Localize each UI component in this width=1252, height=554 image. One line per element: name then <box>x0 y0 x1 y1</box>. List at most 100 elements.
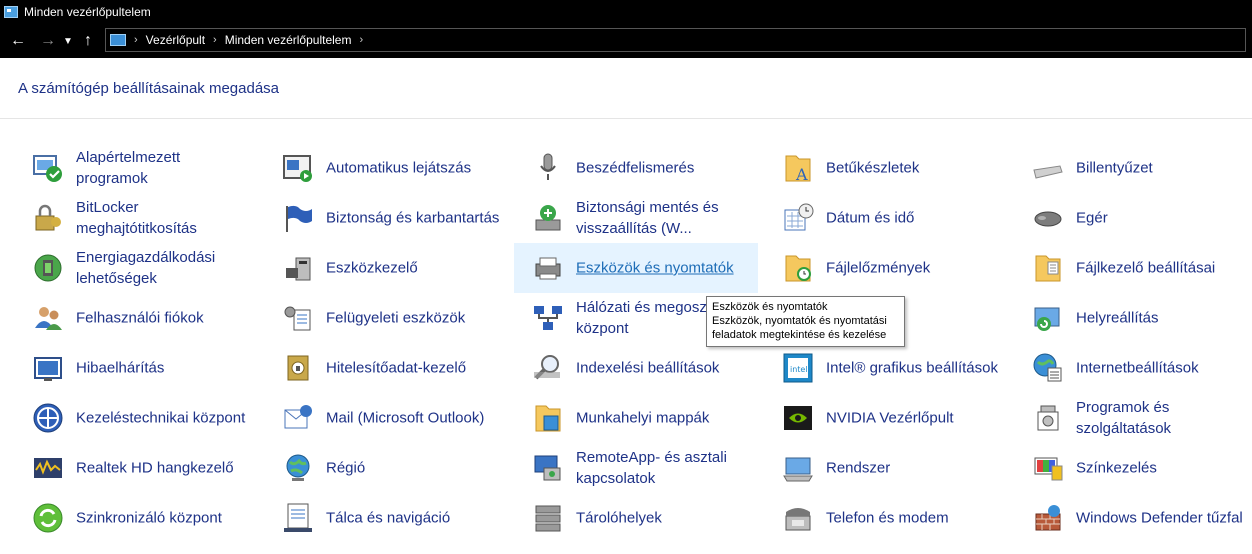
region-globe-icon <box>286 454 310 481</box>
item-biztonsag-es-karbantartas[interactable]: Biztonság és karbantartás <box>264 193 508 243</box>
color-management-icon <box>1034 457 1063 481</box>
folder-options-icon <box>1035 255 1061 282</box>
sync-center-icon <box>33 503 63 533</box>
breadcrumb-vezerlopult[interactable]: Vezérlőpult <box>146 33 205 47</box>
item-talca-es-navigacio[interactable]: Tálca és navigáció <box>264 493 508 543</box>
item-label: Telefon és modem <box>826 509 949 527</box>
indexing-icon <box>534 355 560 380</box>
item-label: Biztonság és karbantartás <box>326 209 500 227</box>
breadcrumb-minden-vezerlopultelem[interactable]: Minden vezérlőpultelem <box>225 33 352 47</box>
item-betukeszletek[interactable]: A Betűkészletek <box>764 143 1008 193</box>
item-eszkozok-es-nyomtatok[interactable]: Eszközök és nyomtatók <box>514 243 758 293</box>
address-bar[interactable]: › Vezérlőpult › Minden vezérlőpultelem › <box>105 28 1246 52</box>
item-label: Dátum és idő <box>826 209 915 227</box>
credential-manager-icon <box>287 355 309 381</box>
svg-text:intel: intel <box>790 365 808 374</box>
item-szinkronizalo-kozpont[interactable]: Szinkronizáló központ <box>14 493 258 543</box>
item-label: Szinkronizáló központ <box>76 509 222 527</box>
item-helyreallitas[interactable]: Helyreállítás <box>1014 293 1252 343</box>
item-internetbeallitasok[interactable]: Internetbeállítások <box>1014 343 1252 393</box>
control-panel-icon <box>110 34 126 46</box>
item-automatikus-lejatszas[interactable]: Automatikus lejátszás <box>264 143 508 193</box>
item-realtek-hd-hangkezelo[interactable]: Realtek HD hangkezelő <box>14 443 258 493</box>
item-label: Intel® grafikus beállítások <box>826 359 998 377</box>
item-szinkezeles[interactable]: Színkezelés <box>1014 443 1252 493</box>
item-eger[interactable]: Egér <box>1014 193 1252 243</box>
item-programok-es-szolgaltatasok[interactable]: Programok és szolgáltatások <box>1014 393 1252 443</box>
tooltip: Eszközök és nyomtatók Eszközök, nyomtató… <box>706 296 905 347</box>
microphone-icon <box>540 153 556 180</box>
date-time-icon <box>784 203 814 231</box>
work-folders-icon <box>535 405 561 432</box>
device-manager-icon <box>286 257 311 281</box>
item-felugyeleti-eszkozok[interactable]: Felügyeleti eszközök <box>264 293 508 343</box>
programs-features-icon <box>1037 405 1059 431</box>
window-title: Minden vezérlőpultelem <box>24 5 151 19</box>
system-icon <box>783 457 813 482</box>
default-programs-icon <box>33 155 62 182</box>
item-beszedfelismeres[interactable]: Beszédfelismerés <box>514 143 758 193</box>
item-mail-outlook[interactable]: Mail (Microsoft Outlook) <box>264 393 508 443</box>
tooltip-description-line1: Eszközök, nyomtatók és nyomtatási <box>712 315 887 327</box>
item-label: Régió <box>326 459 366 477</box>
item-label: Rendszer <box>826 459 891 477</box>
item-windows-defender-tuzfal[interactable]: Windows Defender tűzfal <box>1014 493 1252 543</box>
control-panel-items: Alapértelmezett programok Automatikus le… <box>0 143 1252 543</box>
item-label: Hibaelhárítás <box>76 359 165 377</box>
user-accounts-icon <box>35 307 62 330</box>
admin-tools-icon <box>284 306 311 331</box>
item-bitlocker[interactable]: BitLocker meghajtótitkosítás <box>14 193 258 243</box>
item-label: Indexelési beállítások <box>576 359 720 377</box>
firewall-icon <box>1035 505 1061 531</box>
forward-arrow-icon[interactable]: → <box>36 29 60 53</box>
page-title: A számítógép beállításainak megadása <box>18 80 279 97</box>
recovery-icon <box>1034 307 1060 331</box>
item-label: Billentyűzet <box>1076 159 1153 177</box>
autoplay-icon <box>283 155 312 182</box>
recent-locations-chevron-icon[interactable]: ▼ <box>60 29 76 53</box>
item-alapertelmezett-programok[interactable]: Alapértelmezett programok <box>14 143 258 193</box>
item-regio[interactable]: Régió <box>264 443 508 493</box>
item-kezelestechnikai-kozpont[interactable]: Kezeléstechnikai központ <box>14 393 258 443</box>
up-arrow-icon[interactable]: ↑ <box>76 29 100 53</box>
network-icon <box>534 306 562 330</box>
item-hibaelharitas[interactable]: Hibaelhárítás <box>14 343 258 393</box>
control-panel-icon <box>4 6 18 18</box>
item-indexelesi-beallitasok[interactable]: Indexelési beállítások <box>514 343 758 393</box>
breadcrumb-separator-icon: › <box>134 34 138 46</box>
item-label: Automatikus lejátszás <box>326 159 472 177</box>
item-munkahelyi-mappak[interactable]: Munkahelyi mappák <box>514 393 758 443</box>
item-nvidia-vezerlopult[interactable]: NVIDIA Vezérlőpult <box>764 393 1008 443</box>
tooltip-description-line2: feladatok megtekintése és kezelése <box>712 329 887 341</box>
item-label: Biztonsági mentés és visszaállítás (W... <box>576 199 719 237</box>
item-label: Felügyeleti eszközök <box>326 309 466 327</box>
tooltip-title: Eszközök és nyomtatók <box>712 301 828 313</box>
item-datum-es-ido[interactable]: Dátum és idő <box>764 193 1008 243</box>
item-fajlelozmenyek[interactable]: Fájlelőzmények <box>764 243 1008 293</box>
item-label: Felhasználói fiókok <box>76 309 204 327</box>
fonts-icon: A <box>785 155 811 184</box>
item-intel-grafikus-beallitasok[interactable]: intel Intel® grafikus beállítások <box>764 343 1008 393</box>
item-remoteapp[interactable]: RemoteApp- és asztali kapcsolatok <box>514 443 758 493</box>
item-label: Helyreállítás <box>1076 309 1159 327</box>
breadcrumb-separator-icon[interactable]: › <box>213 34 217 46</box>
title-bar: Minden vezérlőpultelem <box>0 0 1252 24</box>
item-label: Kezeléstechnikai központ <box>76 409 246 427</box>
item-billentyuzet[interactable]: Billentyűzet <box>1014 143 1252 193</box>
item-tarolohelyek[interactable]: Tárolóhelyek <box>514 493 758 543</box>
item-eszkozkezelo[interactable]: Eszközkezelő <box>264 243 508 293</box>
breadcrumb-separator-icon[interactable]: › <box>359 34 363 46</box>
item-rendszer[interactable]: Rendszer <box>764 443 1008 493</box>
item-label: Programok és szolgáltatások <box>1076 399 1172 437</box>
item-fajlkezelo-beallitasai[interactable]: Fájlkezelő beállításai <box>1014 243 1252 293</box>
item-biztonsagi-mentes[interactable]: Biztonsági mentés és visszaállítás (W... <box>514 193 758 243</box>
internet-options-icon <box>1033 353 1062 382</box>
item-energiagazdalkodas[interactable]: Energiagazdálkodási lehetőségek <box>14 243 258 293</box>
back-arrow-icon[interactable]: ← <box>6 29 30 53</box>
item-label: Hitelesítőadat-kezelő <box>326 359 467 377</box>
item-telefon-es-modem[interactable]: Telefon és modem <box>764 493 1008 543</box>
navigation-bar: ← → ▼ ↑ › Vezérlőpult › Minden vezérlőpu… <box>0 24 1252 58</box>
svg-text:A: A <box>795 165 808 184</box>
item-felhasznaloi-fiokok[interactable]: Felhasználói fiókok <box>14 293 258 343</box>
item-hitelesitoadat-kezelo[interactable]: Hitelesítőadat-kezelő <box>264 343 508 393</box>
